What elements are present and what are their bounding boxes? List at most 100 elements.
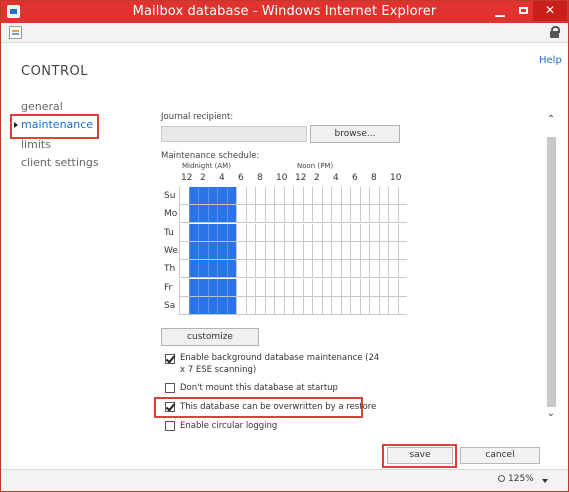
schedule-cell[interactable]: [198, 278, 208, 297]
schedule-cell[interactable]: [350, 296, 360, 315]
schedule-cell[interactable]: [293, 241, 303, 260]
scroll-thumb[interactable]: [547, 137, 556, 407]
schedule-cell[interactable]: [369, 223, 379, 242]
schedule-cell[interactable]: [331, 278, 341, 297]
journal-recipient-input[interactable]: [161, 126, 307, 142]
schedule-cell[interactable]: [179, 241, 189, 260]
schedule-cell[interactable]: [226, 296, 236, 315]
schedule-cell[interactable]: [293, 278, 303, 297]
url-field[interactable]: [28, 26, 543, 40]
schedule-cell[interactable]: [207, 205, 217, 224]
schedule-cell[interactable]: [359, 205, 369, 224]
schedule-cell[interactable]: [255, 187, 265, 205]
schedule-cell[interactable]: [264, 223, 274, 242]
schedule-cell[interactable]: [321, 260, 331, 279]
schedule-cell[interactable]: [188, 278, 198, 297]
schedule-cell[interactable]: [188, 260, 198, 279]
schedule-row[interactable]: We: [161, 241, 410, 260]
schedule-cell[interactable]: [264, 241, 274, 260]
schedule-cell[interactable]: [350, 205, 360, 224]
schedule-cell[interactable]: [217, 187, 227, 205]
schedule-cell[interactable]: [264, 205, 274, 224]
schedule-cell[interactable]: [302, 296, 312, 315]
browse-button[interactable]: browse...: [310, 125, 400, 143]
schedule-cell[interactable]: [236, 296, 246, 315]
schedule-cell[interactable]: [207, 223, 217, 242]
cancel-button[interactable]: cancel: [460, 447, 540, 464]
schedule-cell[interactable]: [350, 223, 360, 242]
schedule-cell[interactable]: [397, 296, 407, 315]
schedule-cell[interactable]: [388, 205, 398, 224]
schedule-cell[interactable]: [350, 278, 360, 297]
schedule-cell[interactable]: [388, 223, 398, 242]
schedule-cell[interactable]: [226, 278, 236, 297]
schedule-cell[interactable]: [359, 260, 369, 279]
schedule-cell[interactable]: [245, 223, 255, 242]
schedule-cell[interactable]: [217, 205, 227, 224]
schedule-cell[interactable]: [207, 260, 217, 279]
schedule-cell[interactable]: [369, 187, 379, 205]
schedule-cell[interactable]: [198, 205, 208, 224]
schedule-cell[interactable]: [188, 241, 198, 260]
schedule-cell[interactable]: [283, 241, 293, 260]
schedule-cell[interactable]: [264, 187, 274, 205]
schedule-cell[interactable]: [293, 223, 303, 242]
schedule-cell[interactable]: [293, 205, 303, 224]
schedule-cell[interactable]: [397, 205, 407, 224]
schedule-cell[interactable]: [198, 296, 208, 315]
schedule-cell[interactable]: [217, 241, 227, 260]
schedule-cell[interactable]: [264, 278, 274, 297]
schedule-cell[interactable]: [388, 241, 398, 260]
schedule-cell[interactable]: [302, 278, 312, 297]
schedule-cell[interactable]: [245, 260, 255, 279]
schedule-cell[interactable]: [378, 187, 388, 205]
schedule-cell[interactable]: [321, 278, 331, 297]
schedule-cell[interactable]: [369, 278, 379, 297]
schedule-cell[interactable]: [350, 260, 360, 279]
schedule-cell[interactable]: [321, 187, 331, 205]
schedule-cell[interactable]: [312, 241, 322, 260]
schedule-cell[interactable]: [226, 260, 236, 279]
schedule-cell[interactable]: [264, 260, 274, 279]
schedule-cell[interactable]: [188, 296, 198, 315]
schedule-cell[interactable]: [378, 223, 388, 242]
schedule-cell[interactable]: [378, 260, 388, 279]
zoom-dropdown-icon[interactable]: [542, 479, 548, 483]
schedule-cell[interactable]: [274, 241, 284, 260]
schedule-cell[interactable]: [245, 278, 255, 297]
schedule-cell[interactable]: [340, 187, 350, 205]
schedule-cell[interactable]: [321, 223, 331, 242]
schedule-cell[interactable]: [331, 241, 341, 260]
schedule-cell[interactable]: [236, 260, 246, 279]
schedule-cell[interactable]: [388, 278, 398, 297]
schedule-cell[interactable]: [255, 223, 265, 242]
schedule-cell[interactable]: [359, 278, 369, 297]
circular-logging-checkbox[interactable]: [165, 421, 175, 431]
schedule-cell[interactable]: [217, 223, 227, 242]
nav-item-limits[interactable]: limits: [21, 138, 51, 151]
zoom-control[interactable]: 125%: [498, 474, 534, 484]
schedule-row[interactable]: Sa: [161, 296, 410, 315]
nav-item-general[interactable]: general: [21, 100, 63, 113]
schedule-cell[interactable]: [179, 296, 189, 315]
schedule-cell[interactable]: [359, 241, 369, 260]
schedule-cell[interactable]: [331, 296, 341, 315]
schedule-cell[interactable]: [397, 241, 407, 260]
schedule-cell[interactable]: [312, 296, 322, 315]
schedule-cell[interactable]: [236, 241, 246, 260]
schedule-cell[interactable]: [255, 260, 265, 279]
schedule-cell[interactable]: [226, 223, 236, 242]
schedule-cell[interactable]: [302, 223, 312, 242]
schedule-cell[interactable]: [369, 296, 379, 315]
schedule-cell[interactable]: [293, 296, 303, 315]
vertical-scrollbar[interactable]: ⌃ ⌄: [544, 114, 558, 434]
schedule-cell[interactable]: [179, 205, 189, 224]
schedule-cell[interactable]: [340, 223, 350, 242]
schedule-cell[interactable]: [255, 296, 265, 315]
schedule-cell[interactable]: [359, 296, 369, 315]
schedule-cell[interactable]: [312, 223, 322, 242]
schedule-cell[interactable]: [245, 241, 255, 260]
scroll-down-icon[interactable]: ⌄: [546, 409, 556, 419]
schedule-cell[interactable]: [397, 278, 407, 297]
schedule-cell[interactable]: [236, 278, 246, 297]
